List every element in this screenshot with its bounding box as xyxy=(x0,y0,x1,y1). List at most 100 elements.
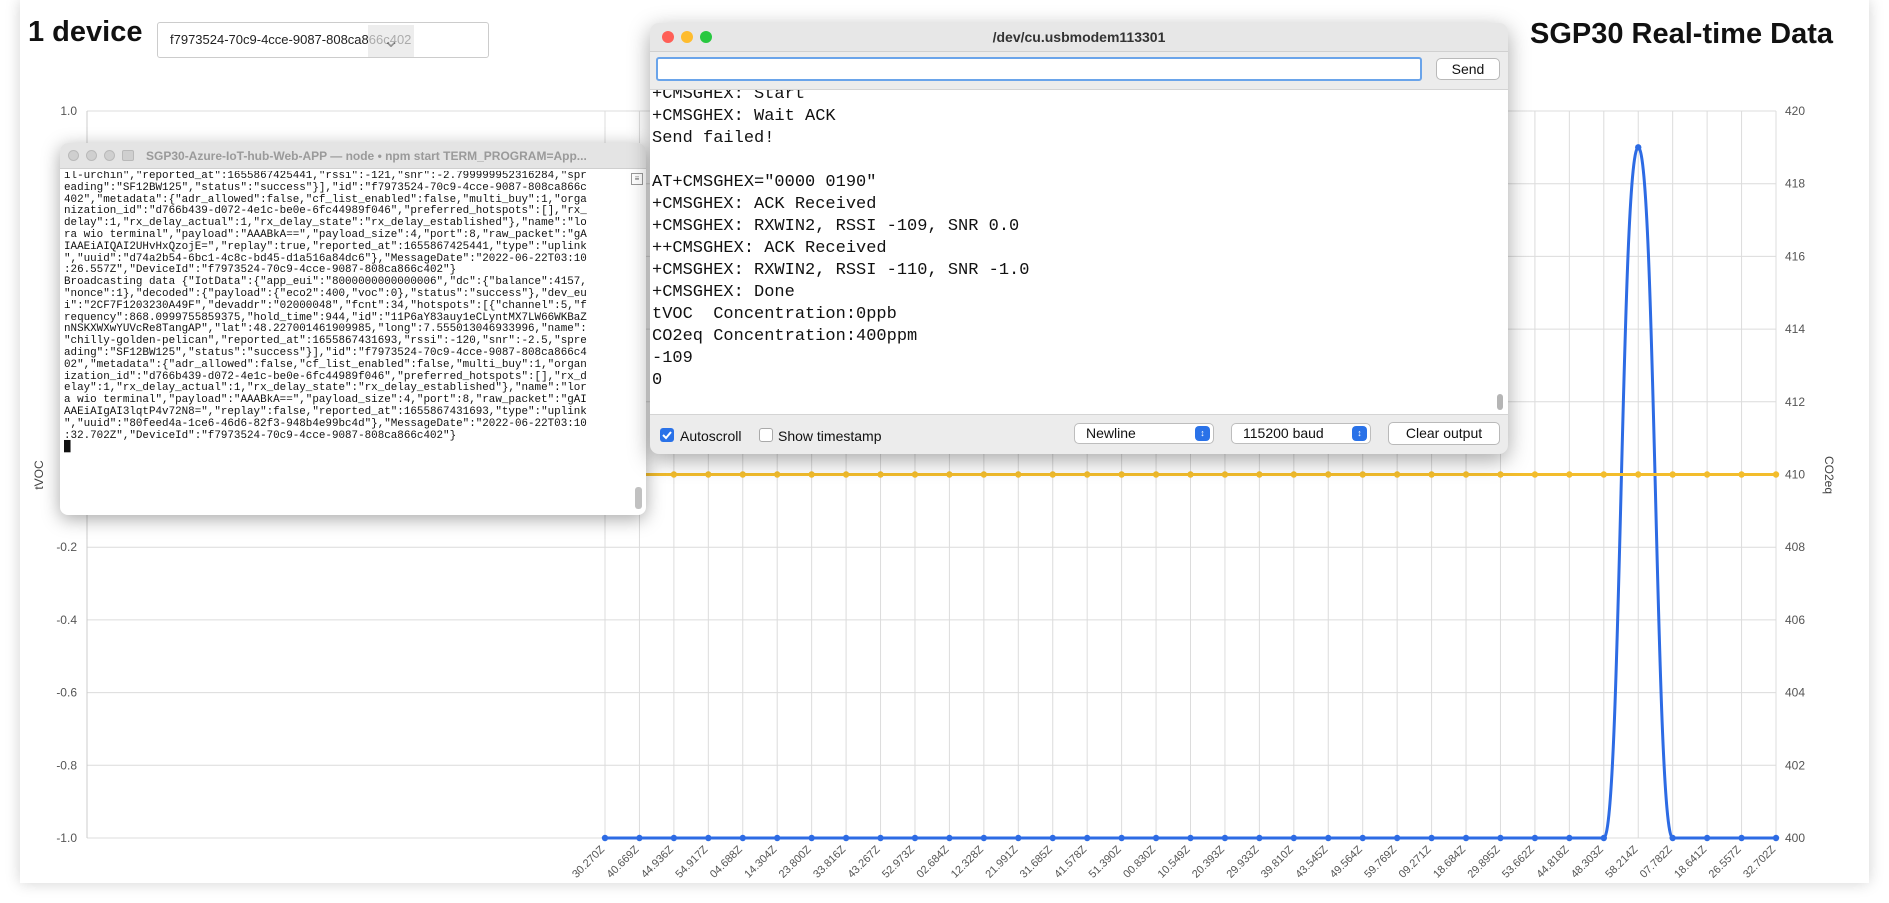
tvoc-data-point xyxy=(1738,834,1745,842)
tvoc-data-point xyxy=(1635,144,1642,151)
terminal-output[interactable]: il-urchin","reported_at":1655867425441,"… xyxy=(64,171,628,511)
y2-tick-label: 404 xyxy=(1785,686,1805,700)
co2eq-data-point xyxy=(1393,471,1401,478)
terminal-title-bar[interactable]: SGP30-Azure-IoT-hub-Web-APP — node • npm… xyxy=(60,143,646,169)
tvoc-data-point xyxy=(1325,834,1332,842)
baud-rate-value: 115200 baud xyxy=(1243,425,1324,441)
x-tick-label: 49.564Z xyxy=(1328,843,1365,880)
x-tick-label: 31.685Z xyxy=(1018,843,1055,880)
y2-tick-label: 412 xyxy=(1785,395,1805,409)
tvoc-data-point xyxy=(1600,834,1607,842)
co2eq-data-point xyxy=(1083,471,1091,478)
tvoc-data-point xyxy=(1152,834,1160,842)
menu-icon[interactable]: ≡ xyxy=(631,173,643,185)
tvoc-data-point xyxy=(705,834,712,842)
send-button[interactable]: Send xyxy=(1436,58,1500,80)
scroll-thumb[interactable] xyxy=(1497,394,1503,410)
tvoc-data-point xyxy=(808,834,815,842)
co2eq-data-point xyxy=(1187,471,1194,478)
terminal-line: 02","metadata":{"adr_allowed":false,"cf_… xyxy=(64,358,587,371)
co2eq-data-point xyxy=(1256,471,1263,478)
serial-scrollbar[interactable] xyxy=(1494,90,1506,414)
serial-output-line: tVOC Concentration:0ppb xyxy=(652,305,897,324)
co2eq-data-point xyxy=(739,471,746,478)
terminal-line: eading":"SF12BW125","status":"success"}]… xyxy=(64,181,587,194)
co2eq-data-point xyxy=(911,471,919,478)
serial-monitor-window[interactable]: /dev/cu.usbmodem113301 Send +CMSGHEX: St… xyxy=(650,23,1508,454)
tvoc-data-point xyxy=(946,834,953,842)
y2-tick-label: 400 xyxy=(1785,831,1805,845)
x-tick-label: 52.973Z xyxy=(880,843,917,880)
x-tick-label: 02.684Z xyxy=(914,843,951,880)
co2eq-data-point xyxy=(1152,471,1160,478)
y-tick-label: -0.2 xyxy=(56,540,77,554)
co2eq-data-point xyxy=(1015,471,1022,478)
co2eq-data-point xyxy=(1703,471,1711,478)
x-tick-label: 07.782Z xyxy=(1638,843,1675,880)
co2eq-data-point xyxy=(1118,471,1125,478)
tvoc-data-point xyxy=(1049,834,1056,842)
serial-output-line: ++CMSGHEX: ACK Received xyxy=(652,239,887,258)
serial-send-input[interactable] xyxy=(656,57,1422,81)
serial-output-line: +CMSGHEX: ACK Received xyxy=(652,195,877,214)
terminal-line: i":"2CF7F1203230A49F","devaddr":"0200004… xyxy=(64,299,587,312)
y2-tick-label: 406 xyxy=(1785,613,1805,627)
co2eq-data-point xyxy=(946,471,953,478)
terminal-window[interactable]: SGP30-Azure-IoT-hub-Web-APP — node • npm… xyxy=(60,143,646,515)
x-tick-label: 44.936Z xyxy=(639,843,676,880)
tvoc-data-point xyxy=(1256,834,1263,842)
y2-tick-label: 410 xyxy=(1785,468,1805,482)
serial-output[interactable]: +CMSGHEX: Start +CMSGHEX: Wait ACK Send fa… xyxy=(650,89,1508,415)
terminal-line: █ xyxy=(64,441,71,454)
updown-chevron-icon: ↕ xyxy=(1195,426,1210,441)
autoscroll-checkbox[interactable] xyxy=(660,428,674,442)
co2eq-data-point xyxy=(1462,471,1470,478)
close-icon[interactable] xyxy=(68,150,79,161)
co2eq-data-point xyxy=(1635,471,1642,478)
tvoc-data-point xyxy=(877,834,884,842)
co2eq-data-point xyxy=(1738,471,1745,478)
baud-rate-select[interactable]: 115200 baud ↕ xyxy=(1231,423,1371,444)
tvoc-data-point xyxy=(911,834,919,842)
show-timestamp-checkbox[interactable] xyxy=(759,428,773,442)
co2eq-data-point xyxy=(1290,471,1298,478)
terminal-line: IAAEiAIQAI2UHvHxQzojE=","replay":true,"r… xyxy=(64,240,587,253)
x-tick-label: 41.578Z xyxy=(1052,843,1089,880)
tvoc-data-point xyxy=(670,834,678,842)
y2-tick-label: 414 xyxy=(1785,322,1805,336)
line-ending-select[interactable]: Newline ↕ xyxy=(1074,423,1214,444)
x-tick-label: 43.267Z xyxy=(846,843,883,880)
tvoc-data-point xyxy=(1462,834,1470,842)
co2eq-data-point xyxy=(1359,471,1366,478)
minimize-icon[interactable] xyxy=(86,150,97,161)
tvoc-data-point xyxy=(774,834,781,842)
co2eq-data-point xyxy=(877,471,884,478)
tvoc-data-point xyxy=(980,834,988,842)
serial-port-title: /dev/cu.usbmodem113301 xyxy=(992,29,1166,45)
x-tick-label: 58.214Z xyxy=(1603,843,1640,880)
serial-title-bar[interactable]: /dev/cu.usbmodem113301 xyxy=(650,23,1508,52)
y2-tick-label: 402 xyxy=(1785,758,1805,772)
tvoc-data-point xyxy=(1083,834,1091,842)
co2eq-data-point xyxy=(1325,471,1332,478)
x-tick-label: 29.933Z xyxy=(1224,843,1261,880)
y2-tick-label: 418 xyxy=(1785,177,1805,191)
co2eq-data-point xyxy=(1221,471,1229,478)
terminal-scrollbar[interactable]: ≡ xyxy=(631,171,643,511)
tvoc-data-point xyxy=(1703,834,1711,842)
x-tick-label: 40.669Z xyxy=(605,843,642,880)
y2-tick-label: 420 xyxy=(1785,104,1805,118)
serial-output-line: +CMSGHEX: RXWIN2, RSSI -109, SNR 0.0 xyxy=(652,217,1020,236)
check-icon xyxy=(662,431,672,440)
co2eq-data-point xyxy=(670,471,678,478)
tvoc-data-point xyxy=(1428,834,1435,842)
zoom-icon[interactable] xyxy=(104,150,115,161)
clear-output-button[interactable]: Clear output xyxy=(1388,422,1500,445)
tvoc-data-point xyxy=(739,834,746,842)
x-tick-label: 20.393Z xyxy=(1190,843,1227,880)
serial-output-line: +CMSGHEX: Start xyxy=(652,89,806,104)
terminal-line: "nonce":1},"decoded":{"payload":{"eco2":… xyxy=(64,287,587,300)
x-tick-label: 59.769Z xyxy=(1362,843,1399,880)
co2eq-data-point xyxy=(1772,471,1780,478)
scroll-thumb[interactable] xyxy=(635,487,642,509)
